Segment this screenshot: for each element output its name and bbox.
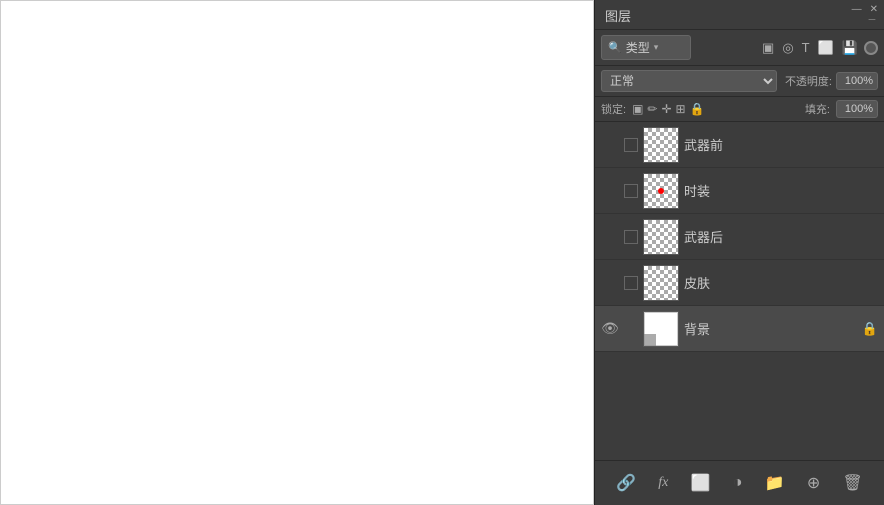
layer-name-武器前: 武器前 [684,135,878,154]
chevron-down-icon: ▾ [654,42,659,53]
fill-label: 填充: [805,101,830,117]
layer-checkbox-武器后[interactable] [624,230,638,244]
layer-thumbnail-武器后 [643,219,679,255]
panel-titlebar: 图层 ≡ [595,0,884,30]
filter-dropdown[interactable]: 🔍 类型 ▾ [601,35,691,60]
filter-adjust-icon[interactable]: ◎ [780,38,795,58]
layer-item[interactable]: 武器前 [595,122,884,168]
minimize-button[interactable]: — [852,4,862,15]
main-canvas [0,0,594,505]
window-controls: — ✕ [846,0,884,19]
layer-name-皮肤: 皮肤 [684,273,878,292]
layer-thumbnail-皮肤 [643,265,679,301]
layer-item[interactable]: 皮肤 [595,260,884,306]
filter-shape-icon[interactable]: ⬜ [816,38,836,58]
layer-name-武器后: 武器后 [684,227,878,246]
layer-visibility-背景[interactable]: 👁 [601,320,619,337]
layers-list: 武器前 时装 武器后 皮肤 [595,122,884,460]
layer-thumbnail-背景 [643,311,679,347]
opacity-label: 不透明度: [785,73,832,89]
fx-button[interactable]: fx [652,471,674,495]
layers-panel: — ✕ 图层 ≡ 🔍 类型 ▾ ▣ ◎ T ⬜ 💾 正常 不透明度: 100% … [594,0,884,505]
layer-item[interactable]: 武器后 [595,214,884,260]
layer-name-时装: 时装 [684,181,878,200]
lock-row: 锁定: ▣ ✏ ✛ ⊞ 🔒 填充: 100% [595,97,884,122]
lock-icons: ▣ ✏ ✛ ⊞ 🔒 [632,102,704,116]
lock-label: 锁定: [601,101,626,117]
lock-all-icon[interactable]: 🔒 [690,102,705,116]
search-icon: 🔍 [608,41,622,54]
layer-thumbnail-时装 [643,173,679,209]
filter-smart-icon[interactable]: 💾 [840,38,860,58]
filter-indicator [864,41,878,55]
lock-move-icon[interactable]: ✛ [661,102,671,116]
layer-lock-icon: 🔒 [862,321,878,337]
new-layer-button[interactable]: ⊕ [801,469,826,497]
add-mask-button[interactable]: ⬜ [685,469,717,497]
opacity-value[interactable]: 100% [836,72,878,90]
layer-item[interactable]: 👁 背景 🔒 [595,306,884,352]
fill-value[interactable]: 100% [836,100,878,118]
lock-artboard-icon[interactable]: ⊞ [676,102,686,116]
layer-checkbox-时装[interactable] [624,184,638,198]
adjustments-button[interactable]: ◑ [727,470,749,496]
delete-layer-button[interactable]: 🗑 [836,469,868,497]
link-layers-button[interactable]: 🔗 [610,469,642,497]
new-group-button[interactable]: 📁 [759,469,791,497]
layer-thumbnail-武器前 [643,127,679,163]
layer-checkbox-皮肤[interactable] [624,276,638,290]
panel-footer: 🔗 fx ⬜ ◑ 📁 ⊕ 🗑 [595,460,884,505]
blend-mode-select[interactable]: 正常 [601,70,777,92]
layer-name-背景: 背景 [684,319,857,338]
filter-text-icon[interactable]: T [800,38,812,57]
blend-opacity-row: 正常 不透明度: 100% [595,66,884,97]
filter-row: 🔍 类型 ▾ ▣ ◎ T ⬜ 💾 [595,30,884,66]
panel-title: 图层 [605,6,631,25]
layer-checkbox-武器前[interactable] [624,138,638,152]
filter-label: 类型 [626,39,650,56]
filter-icons: ▣ ◎ T ⬜ 💾 [760,38,878,58]
lock-draw-icon[interactable]: ✏ [647,102,657,116]
lock-pixel-icon[interactable]: ▣ [632,102,643,116]
filter-pixel-icon[interactable]: ▣ [760,38,776,58]
close-button[interactable]: ✕ [870,4,878,15]
eye-icon[interactable]: 👁 [601,320,619,337]
layer-item[interactable]: 时装 [595,168,884,214]
